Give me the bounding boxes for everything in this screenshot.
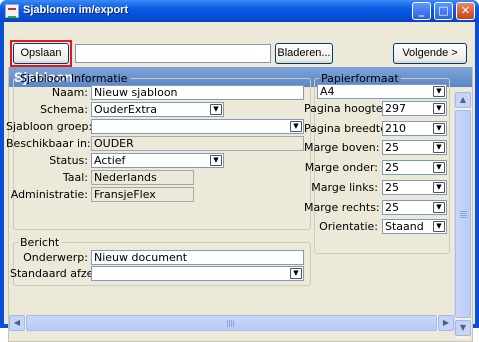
subject-label: Onderwerp: bbox=[23, 251, 88, 264]
administration-label: Administratie: bbox=[10, 188, 88, 201]
name-input[interactable]: Nieuw sjabloon bbox=[91, 85, 304, 100]
group-select[interactable]: ▼ bbox=[91, 119, 304, 134]
chevron-down-icon[interactable]: ▼ bbox=[210, 155, 222, 166]
margin-left-value: 25 bbox=[385, 181, 399, 194]
horizontal-scrollbar[interactable]: ◀ ▶ bbox=[9, 315, 454, 331]
available-field: OUDER bbox=[91, 136, 304, 151]
margin-right-label: Marge rechts: bbox=[304, 201, 380, 214]
chevron-down-icon[interactable]: ▼ bbox=[433, 221, 445, 232]
window-client: Opslaan in: Bladeren... Volgende > Sjabl… bbox=[4, 22, 475, 342]
sender-label: Standaard afzender: bbox=[10, 267, 123, 280]
vertical-scroll-thumb[interactable] bbox=[455, 110, 471, 318]
margin-bottom-value: 25 bbox=[385, 161, 399, 174]
margin-top-label: Marge boven: bbox=[304, 141, 380, 154]
chevron-down-icon[interactable]: ▼ bbox=[433, 162, 445, 173]
margin-left-label: Marge links: bbox=[311, 181, 378, 194]
margin-left-input[interactable]: 25 ▼ bbox=[382, 180, 447, 195]
subject-input[interactable]: Nieuw document bbox=[91, 250, 304, 265]
margin-bottom-input[interactable]: 25 ▼ bbox=[382, 160, 447, 175]
language-label: Taal: bbox=[62, 171, 88, 184]
scroll-right-icon[interactable]: ▶ bbox=[438, 315, 454, 331]
message-legend: Bericht bbox=[20, 236, 60, 249]
save-path-input[interactable] bbox=[75, 44, 271, 63]
chevron-down-icon[interactable]: ▼ bbox=[433, 182, 445, 193]
paper-format-select[interactable]: A4 ▼ bbox=[317, 84, 447, 99]
title-bar[interactable]: Sjablonen im/export _ □ ✕ bbox=[0, 0, 479, 22]
available-label: Beschikbaar in: bbox=[6, 137, 91, 150]
status-value: Actief bbox=[94, 154, 126, 167]
schema-select[interactable]: OuderExtra ▼ bbox=[91, 102, 224, 117]
page-width-input[interactable]: 210 ▼ bbox=[382, 121, 447, 136]
page-width-value: 210 bbox=[385, 122, 406, 135]
chevron-down-icon[interactable]: ▼ bbox=[210, 104, 222, 115]
app-icon bbox=[5, 4, 19, 18]
status-select[interactable]: Actief ▼ bbox=[91, 153, 224, 168]
margin-right-value: 25 bbox=[385, 201, 399, 214]
sender-select[interactable]: ▼ bbox=[91, 266, 304, 281]
template-info-legend: Sjabloon Informatie bbox=[20, 72, 128, 85]
grip-icon bbox=[227, 320, 228, 327]
chevron-down-icon[interactable]: ▼ bbox=[433, 202, 445, 213]
chevron-down-icon[interactable]: ▼ bbox=[433, 123, 445, 134]
grip-icon bbox=[460, 211, 467, 212]
status-label: Status: bbox=[49, 154, 88, 167]
scroll-down-icon[interactable]: ▼ bbox=[455, 320, 471, 336]
chevron-down-icon[interactable]: ▼ bbox=[433, 86, 445, 97]
chevron-down-icon[interactable]: ▼ bbox=[433, 103, 445, 114]
margin-right-input[interactable]: 25 ▼ bbox=[382, 200, 447, 215]
group-label: Sjabloon groep: bbox=[6, 120, 93, 133]
paper-format-value: A4 bbox=[320, 85, 335, 98]
orientation-label: Orientatie: bbox=[319, 220, 378, 233]
margin-top-input[interactable]: 25 ▼ bbox=[382, 140, 447, 155]
orientation-value: Staand bbox=[385, 220, 424, 233]
page-height-value: 297 bbox=[385, 102, 406, 115]
chevron-down-icon[interactable]: ▼ bbox=[290, 268, 302, 279]
orientation-select[interactable]: Staand ▼ bbox=[382, 219, 447, 234]
margin-top-value: 25 bbox=[385, 141, 399, 154]
schema-label: Schema: bbox=[40, 103, 88, 116]
scroll-up-icon[interactable]: ▲ bbox=[455, 92, 471, 108]
vertical-scrollbar[interactable]: ▲ ▼ bbox=[454, 92, 471, 339]
administration-field: FransjeFlex bbox=[91, 187, 194, 202]
language-field: Nederlands bbox=[91, 170, 194, 185]
window-title: Sjablonen im/export bbox=[23, 4, 129, 16]
minimize-button[interactable]: _ bbox=[412, 2, 431, 20]
page-height-input[interactable]: 297 ▼ bbox=[382, 101, 447, 116]
maximize-button[interactable]: □ bbox=[434, 2, 453, 20]
browse-button[interactable]: Bladeren... bbox=[275, 43, 333, 64]
page-height-label: Pagina hoogte: bbox=[304, 102, 387, 115]
next-button[interactable]: Volgende > bbox=[393, 43, 467, 64]
name-label: Naam: bbox=[51, 86, 88, 99]
chevron-down-icon[interactable]: ▼ bbox=[290, 121, 302, 132]
page-width-label: Pagina breedte: bbox=[304, 122, 391, 135]
scroll-left-icon[interactable]: ◀ bbox=[9, 315, 25, 331]
schema-value: OuderExtra bbox=[94, 103, 157, 116]
margin-bottom-label: Marge onder: bbox=[304, 161, 378, 174]
chevron-down-icon[interactable]: ▼ bbox=[433, 142, 445, 153]
horizontal-scroll-thumb[interactable] bbox=[26, 315, 437, 331]
app-window: Sjablonen im/export _ □ ✕ Opslaan in: Bl… bbox=[0, 0, 479, 342]
save-in-button[interactable]: Opslaan in: bbox=[13, 43, 69, 78]
close-button[interactable]: ✕ bbox=[456, 2, 475, 20]
